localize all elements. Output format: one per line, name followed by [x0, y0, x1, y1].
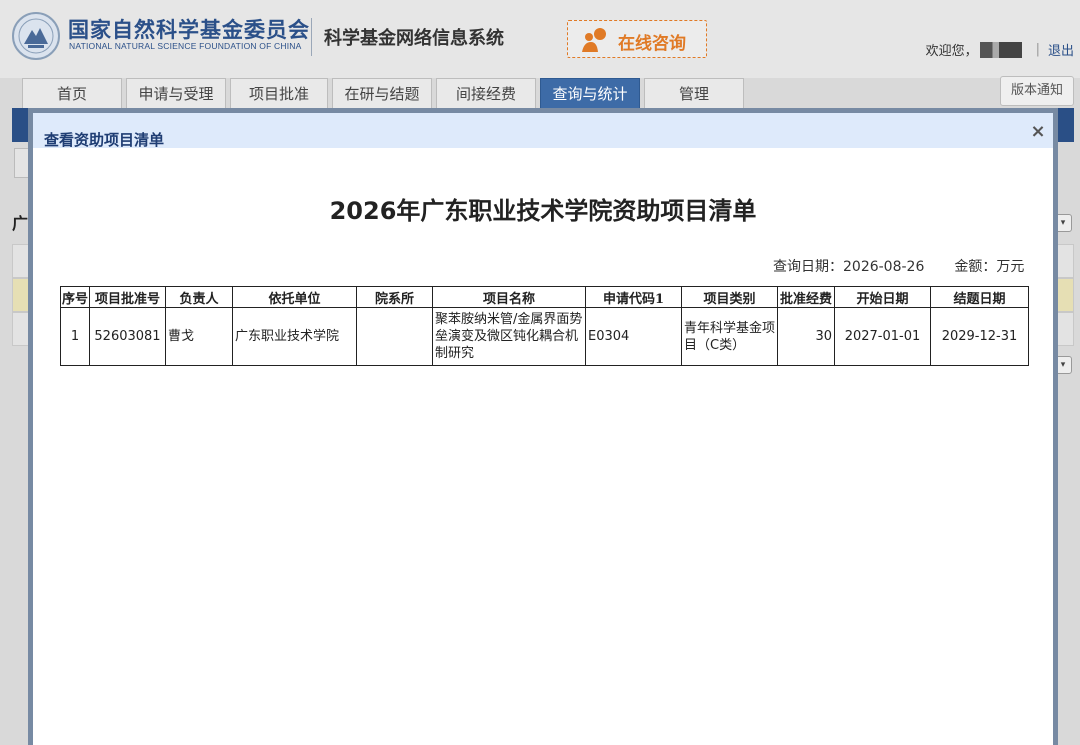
cell-category: 青年科学基金项目（C类）	[681, 307, 778, 366]
close-icon[interactable]: ×	[1029, 123, 1047, 141]
org-name-en: NATIONAL NATURAL SCIENCE FOUNDATION OF C…	[69, 41, 302, 51]
col-header-leader: 负责人	[165, 286, 233, 308]
cell-index: 1	[60, 307, 90, 366]
tab-ongoing[interactable]: 在研与结题	[332, 78, 432, 108]
chat-person-icon	[580, 27, 610, 53]
col-header-department: 院系所	[356, 286, 433, 308]
separator: |	[1035, 42, 1040, 57]
amount-unit: 金额：万元	[954, 259, 1025, 275]
online-consult-button[interactable]: 在线咨询	[567, 20, 707, 58]
nsfc-logo-icon	[12, 12, 60, 60]
col-header-category: 项目类别	[681, 286, 778, 308]
logout-link[interactable]: 退出	[1048, 40, 1074, 59]
col-header-funding: 批准经费	[777, 286, 835, 308]
query-date: 2026-08-26	[843, 259, 925, 275]
welcome-text: 欢迎您，	[925, 44, 978, 59]
user-area: 欢迎您， | 退出	[926, 40, 1074, 59]
funded-projects-table: 序号 项目批准号 负责人 依托单位 院系所 项目名称 申请代码1 项目类别 批准…	[60, 286, 1029, 366]
header-divider	[311, 18, 312, 56]
cell-department	[356, 307, 433, 366]
col-header-code: 申请代码1	[585, 286, 682, 308]
cell-end-date: 2029-12-31	[930, 307, 1029, 366]
col-header-start-date: 开始日期	[834, 286, 931, 308]
funded-projects-modal: 查看资助项目清单 × 2026年广东职业技术学院资助项目清单 查询日期：2026…	[28, 108, 1058, 745]
main-nav: 首页 申请与受理 项目批准 在研与结题 间接经费 查询与统计 管理	[22, 78, 748, 108]
col-header-end-date: 结题日期	[930, 286, 1029, 308]
tab-application[interactable]: 申请与受理	[126, 78, 226, 108]
query-date-label: 查询日期：	[773, 259, 843, 275]
system-name: 科学基金网络信息系统	[324, 28, 504, 49]
background-text-fragment: 广	[12, 214, 29, 233]
modal-title: 查看资助项目清单	[44, 131, 165, 149]
table-header-row: 序号 项目批准号 负责人 依托单位 院系所 项目名称 申请代码1 项目类别 批准…	[60, 286, 1029, 308]
top-bar: 国家自然科学基金委员会 NATIONAL NATURAL SCIENCE FOU…	[0, 0, 1080, 78]
modal-header: 查看资助项目清单 ×	[33, 113, 1053, 149]
version-notice-button[interactable]: 版本通知	[1000, 76, 1074, 106]
col-header-project-name: 项目名称	[432, 286, 586, 308]
cell-institution: 广东职业技术学院	[232, 307, 357, 366]
tab-query-stats[interactable]: 查询与统计	[540, 78, 640, 108]
col-header-index: 序号	[60, 286, 90, 308]
redacted-username	[979, 41, 1022, 58]
online-consult-label: 在线咨询	[618, 34, 686, 54]
cell-start-date: 2027-01-01	[834, 307, 931, 366]
tab-indirect-funds[interactable]: 间接经费	[436, 78, 536, 108]
cell-project-name: 聚苯胺纳米管/金属界面势垒演变及微区钝化耦合机制研究	[432, 307, 586, 366]
cell-approval-no: 52603081	[89, 307, 166, 366]
tab-approval[interactable]: 项目批准	[230, 78, 328, 108]
cell-code: E0304	[585, 307, 682, 366]
document-title: 2026年广东职业技术学院资助项目清单	[329, 197, 757, 225]
cell-funding: 30	[777, 307, 835, 366]
table-row: 1 52603081 曹戈 广东职业技术学院 聚苯胺纳米管/金属界面势垒演变及微…	[60, 307, 1029, 366]
cell-leader: 曹戈	[165, 307, 233, 366]
tab-manage[interactable]: 管理	[644, 78, 744, 108]
tab-home[interactable]: 首页	[22, 78, 122, 108]
query-meta: 查询日期：2026-08-26 金额：万元	[773, 256, 1024, 276]
col-header-approval-no: 项目批准号	[89, 286, 166, 308]
col-header-institution: 依托单位	[232, 286, 357, 308]
org-name-cn: 国家自然科学基金委员会	[68, 18, 310, 42]
